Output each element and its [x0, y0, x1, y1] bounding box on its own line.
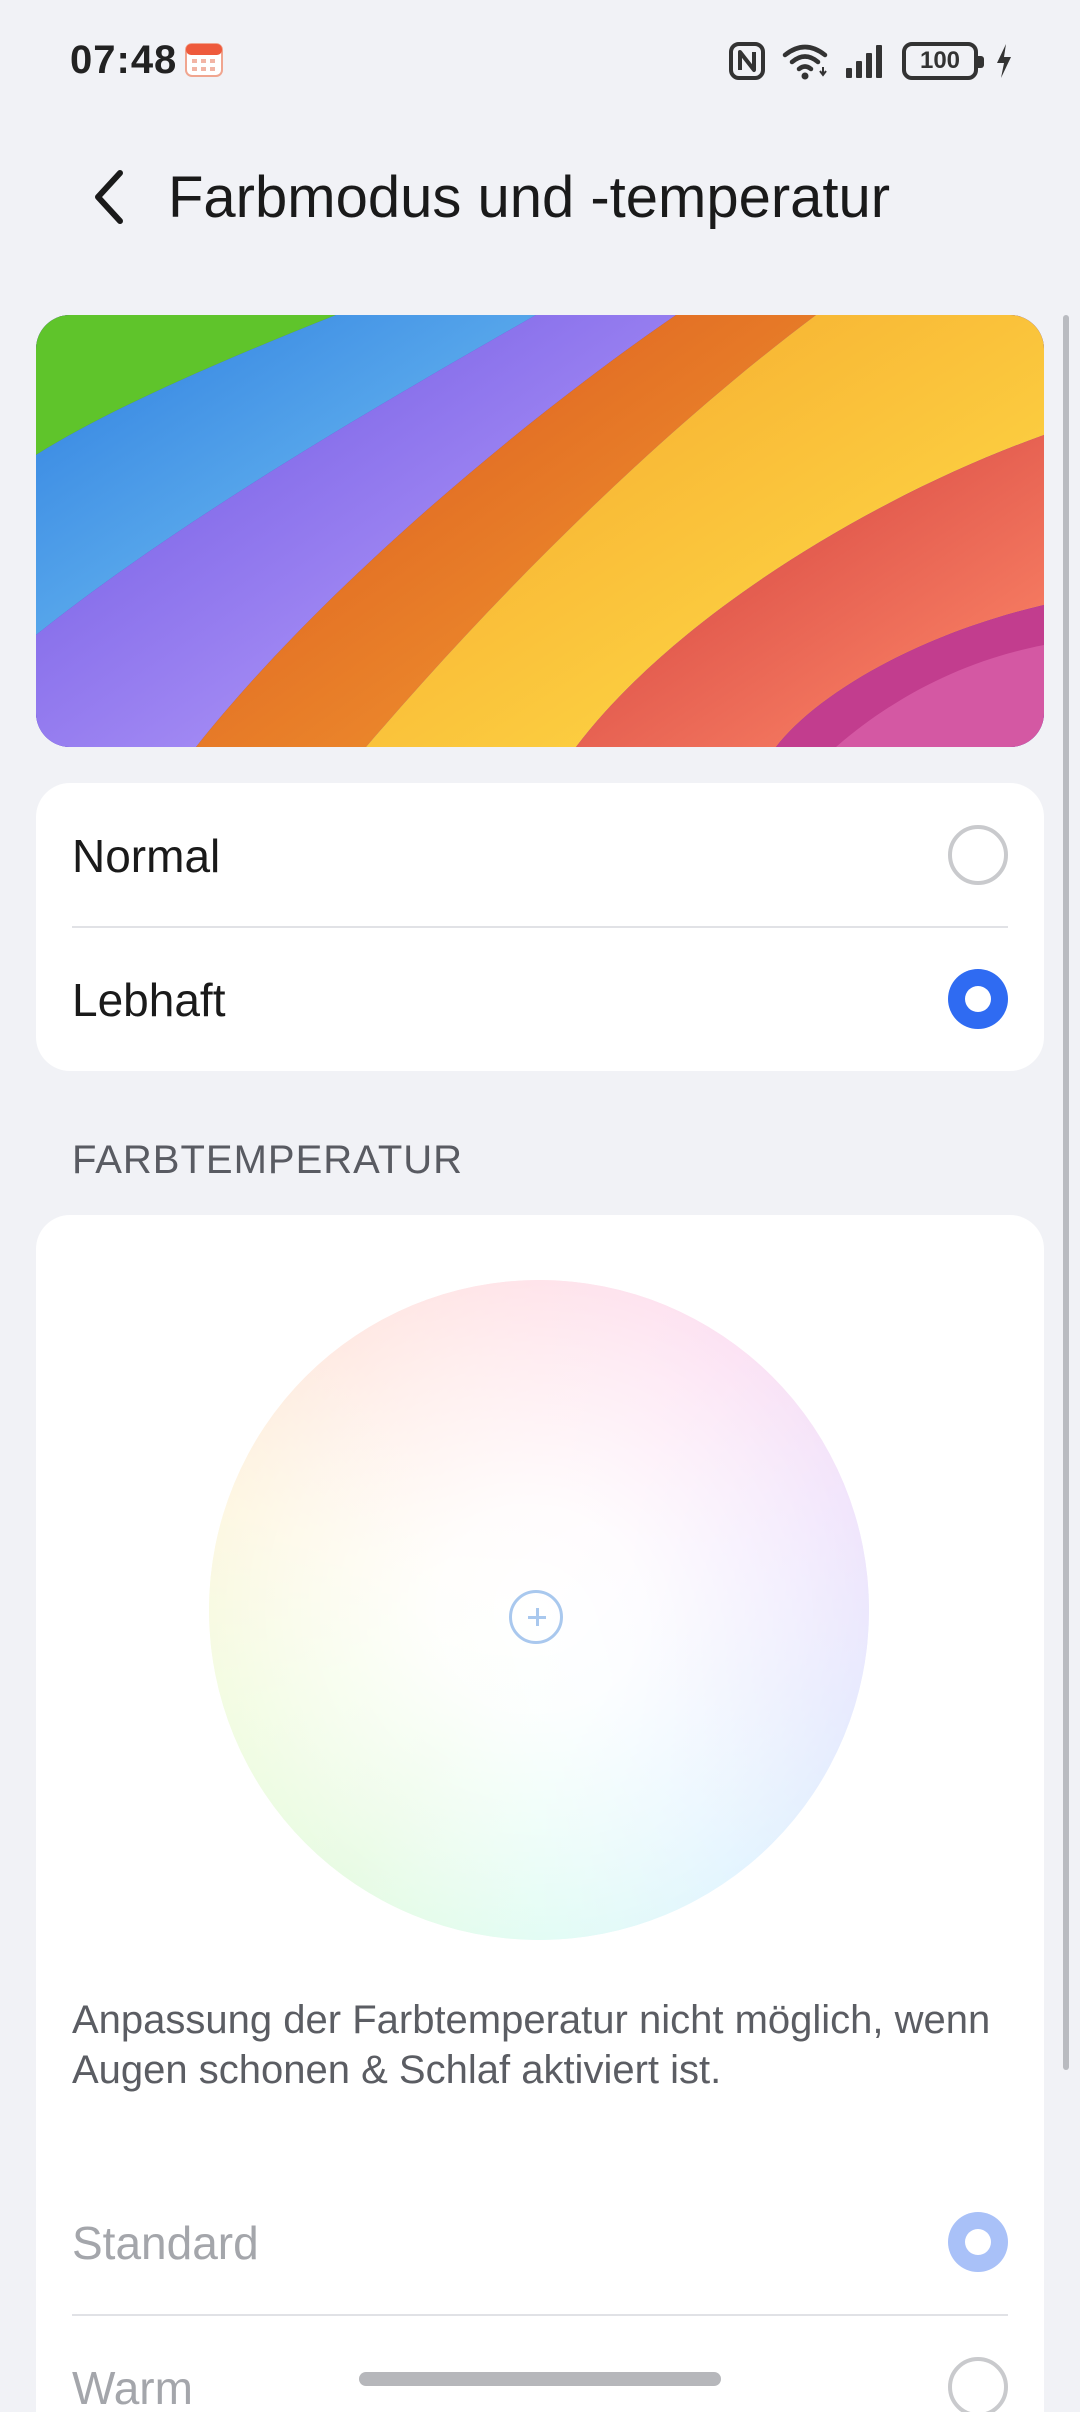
battery-level: 100 — [919, 47, 961, 74]
wifi-icon — [782, 44, 828, 80]
battery-icon: 100 — [902, 42, 984, 80]
header: Farbmodus und -temperatur — [0, 140, 1080, 250]
color-temperature-card: Anpassung der Farbtemperatur nicht mögli… — [36, 1215, 1044, 2412]
option-label: Warm — [72, 2362, 193, 2412]
signal-icon — [846, 45, 882, 78]
option-lebhaft[interactable]: Lebhaft — [36, 927, 1044, 1071]
chevron-left-icon — [95, 170, 123, 224]
radio-button-lebhaft[interactable] — [948, 969, 1008, 1029]
radio-button-warm[interactable] — [948, 2357, 1008, 2412]
status-bar: 07:48 100 — [0, 0, 1080, 120]
calendar-icon — [185, 43, 223, 77]
page-title: Farbmodus und -temperatur — [168, 165, 891, 230]
temperature-note: Anpassung der Farbtemperatur nicht mögli… — [72, 1998, 991, 2092]
nfc-icon — [729, 42, 765, 80]
home-indicator[interactable] — [359, 2372, 721, 2386]
status-time: 07:48 — [70, 38, 178, 82]
scrollbar[interactable] — [1063, 315, 1069, 2070]
charging-icon — [997, 44, 1011, 78]
radio-button-normal[interactable] — [948, 825, 1008, 885]
option-label: Standard — [72, 2217, 259, 2269]
back-button[interactable] — [78, 162, 138, 232]
option-label: Normal — [72, 830, 221, 882]
section-title-color-temperature: FARBTEMPERATUR — [72, 1138, 464, 1182]
option-normal[interactable]: Normal — [36, 783, 1044, 927]
option-warm[interactable]: Warm — [36, 2315, 1044, 2412]
radio-button-standard[interactable] — [948, 2212, 1008, 2272]
color-mode-card: Normal Lebhaft — [36, 783, 1044, 1071]
color-wheel-handle[interactable] — [509, 1590, 563, 1644]
option-label: Lebhaft — [72, 974, 226, 1026]
color-preview-image — [36, 315, 1044, 747]
option-standard[interactable]: Standard — [36, 2170, 1044, 2314]
status-icons: 100 — [728, 38, 1014, 84]
color-mode-settings-screen: 07:48 100 Farbmodus und -temperatur Norm… — [0, 0, 1080, 2412]
